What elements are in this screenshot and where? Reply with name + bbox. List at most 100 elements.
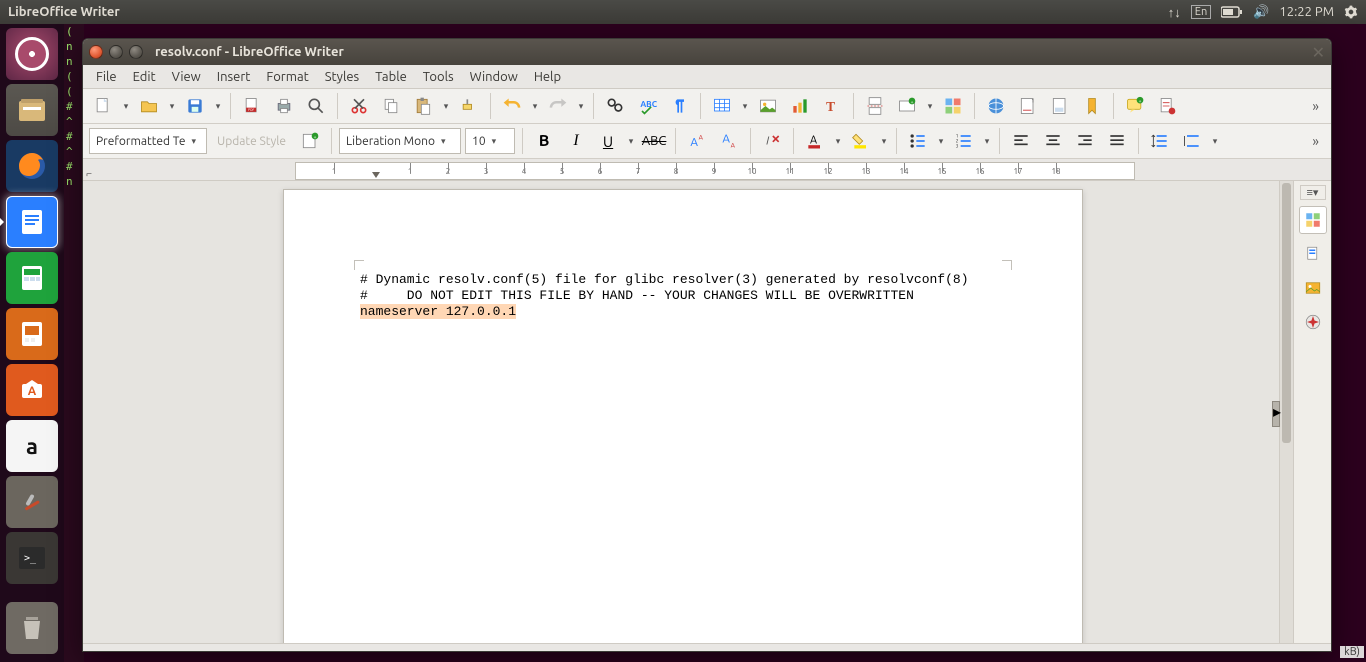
menu-styles[interactable]: Styles [318, 68, 366, 86]
bullet-dropdown[interactable]: ▾ [936, 136, 946, 147]
insert-chart-icon[interactable] [786, 92, 814, 120]
paste-dropdown[interactable]: ▾ [441, 101, 451, 112]
document-line[interactable]: # Dynamic resolv.conf(5) file for glibc … [360, 272, 1006, 288]
print-icon[interactable] [270, 92, 298, 120]
sound-indicator-icon[interactable]: 🔊 [1253, 5, 1269, 20]
copy-icon[interactable] [377, 92, 405, 120]
line-spacing-icon[interactable] [1178, 127, 1206, 155]
insert-field-icon[interactable]: + [893, 92, 921, 120]
font-color-dropdown[interactable]: ▾ [833, 136, 843, 147]
menu-window[interactable]: Window [463, 68, 525, 86]
subscript-icon[interactable]: AA [715, 127, 743, 155]
clone-formatting-icon[interactable] [455, 92, 483, 120]
launcher-amazon[interactable]: a [6, 420, 58, 472]
insert-endnote-icon[interactable] [1046, 92, 1074, 120]
open-dropdown[interactable]: ▾ [167, 101, 177, 112]
menu-edit[interactable]: Edit [126, 68, 163, 86]
launcher-trash[interactable] [6, 602, 58, 654]
find-replace-icon[interactable] [601, 92, 629, 120]
bullet-list-icon[interactable] [904, 127, 932, 155]
font-color-icon[interactable]: A [801, 127, 829, 155]
field-dropdown[interactable]: ▾ [925, 101, 935, 112]
window-minimize-button[interactable] [109, 45, 123, 59]
launcher-writer[interactable] [6, 196, 58, 248]
formatting-overflow-icon[interactable]: » [1306, 133, 1325, 149]
save-icon[interactable] [181, 92, 209, 120]
window-maximize-button[interactable] [129, 45, 143, 59]
launcher-calc[interactable] [6, 252, 58, 304]
battery-indicator-icon[interactable] [1221, 6, 1243, 18]
undo-dropdown[interactable]: ▾ [530, 101, 540, 112]
new-document-icon[interactable] [89, 92, 117, 120]
align-justify-icon[interactable] [1103, 127, 1131, 155]
numbered-list-icon[interactable]: 123 [950, 127, 978, 155]
session-gear-icon[interactable] [1344, 5, 1358, 19]
launcher-software[interactable]: A [6, 364, 58, 416]
window-close-button[interactable] [89, 45, 103, 59]
launcher-firefox[interactable] [6, 140, 58, 192]
paragraph-style-combo[interactable]: Preformatted Te▾ [89, 128, 207, 154]
document-close-icon[interactable]: ✕ [1312, 43, 1325, 62]
clock[interactable]: 12:22 PM [1279, 5, 1334, 19]
indent-marker[interactable] [372, 172, 380, 178]
highlight-dropdown[interactable]: ▾ [879, 136, 889, 147]
insert-bookmark-icon[interactable] [1078, 92, 1106, 120]
sidebar-splitter[interactable]: ▸ [1272, 401, 1280, 427]
undo-icon[interactable] [498, 92, 526, 120]
menu-file[interactable]: File [89, 68, 124, 86]
update-style-button[interactable]: Update Style [211, 135, 292, 148]
underline-icon[interactable]: U [594, 127, 622, 155]
redo-dropdown[interactable]: ▾ [576, 101, 586, 112]
menu-format[interactable]: Format [259, 68, 315, 86]
insert-comment-icon[interactable]: + [1121, 92, 1149, 120]
launcher-files[interactable] [6, 84, 58, 136]
scroll-thumb[interactable] [1282, 183, 1291, 443]
line-spacing-dropdown[interactable]: ▾ [1210, 136, 1220, 147]
menu-insert[interactable]: Insert [210, 68, 258, 86]
save-dropdown[interactable]: ▾ [213, 101, 223, 112]
new-style-icon[interactable]: + [296, 127, 324, 155]
sidebar-gallery-icon[interactable] [1299, 274, 1327, 302]
dash-button[interactable] [6, 28, 58, 80]
font-size-combo[interactable]: 10▾ [465, 128, 515, 154]
table-dropdown[interactable]: ▾ [740, 101, 750, 112]
document-line[interactable]: # DO NOT EDIT THIS FILE BY HAND -- YOUR … [360, 288, 1006, 304]
cut-icon[interactable] [345, 92, 373, 120]
track-changes-icon[interactable] [1153, 92, 1181, 120]
document-line[interactable]: nameserver 127.0.0.1 [360, 304, 1006, 320]
tab-stop-type-icon[interactable]: ⌐ [83, 168, 95, 180]
align-left-icon[interactable] [1007, 127, 1035, 155]
highlighted-line[interactable]: nameserver 127.0.0.1 [360, 304, 516, 319]
launcher-settings[interactable] [6, 476, 58, 528]
insert-hyperlink-icon[interactable] [982, 92, 1010, 120]
underline-dropdown[interactable]: ▾ [626, 136, 636, 147]
spellcheck-icon[interactable]: ABC [633, 92, 661, 120]
insert-table-icon[interactable] [708, 92, 736, 120]
superscript-icon[interactable]: AA [683, 127, 711, 155]
formatting-marks-icon[interactable] [665, 92, 693, 120]
numbered-dropdown[interactable]: ▾ [982, 136, 992, 147]
network-indicator-icon[interactable]: ↑↓ [1168, 5, 1181, 20]
menu-tools[interactable]: Tools [416, 68, 461, 86]
sidebar-properties-icon[interactable] [1299, 206, 1327, 234]
bold-icon[interactable]: B [530, 127, 558, 155]
window-titlebar[interactable]: resolv.conf - LibreOffice Writer ✕ [83, 39, 1331, 65]
sidebar-settings-icon[interactable]: ≡▾ [1300, 185, 1326, 200]
sidebar-styles-icon[interactable] [1299, 240, 1327, 268]
redo-icon[interactable] [544, 92, 572, 120]
open-file-icon[interactable] [135, 92, 163, 120]
paste-icon[interactable] [409, 92, 437, 120]
font-name-combo[interactable]: Liberation Mono▾ [339, 128, 461, 154]
export-pdf-icon[interactable]: PDF [238, 92, 266, 120]
insert-image-icon[interactable] [754, 92, 782, 120]
toolbar-overflow-icon[interactable]: » [1306, 98, 1325, 114]
document-page[interactable]: # Dynamic resolv.conf(5) file for glibc … [283, 189, 1083, 643]
horizontal-ruler[interactable]: 1123456789101112131415161718 [295, 162, 1135, 180]
increase-spacing-icon[interactable] [1146, 127, 1174, 155]
highlight-color-icon[interactable] [847, 127, 875, 155]
new-dropdown[interactable]: ▾ [121, 101, 131, 112]
italic-icon[interactable]: I [562, 127, 590, 155]
align-right-icon[interactable] [1071, 127, 1099, 155]
launcher-terminal[interactable]: >_ [6, 532, 58, 584]
vertical-scrollbar[interactable]: ▸ [1279, 181, 1293, 643]
